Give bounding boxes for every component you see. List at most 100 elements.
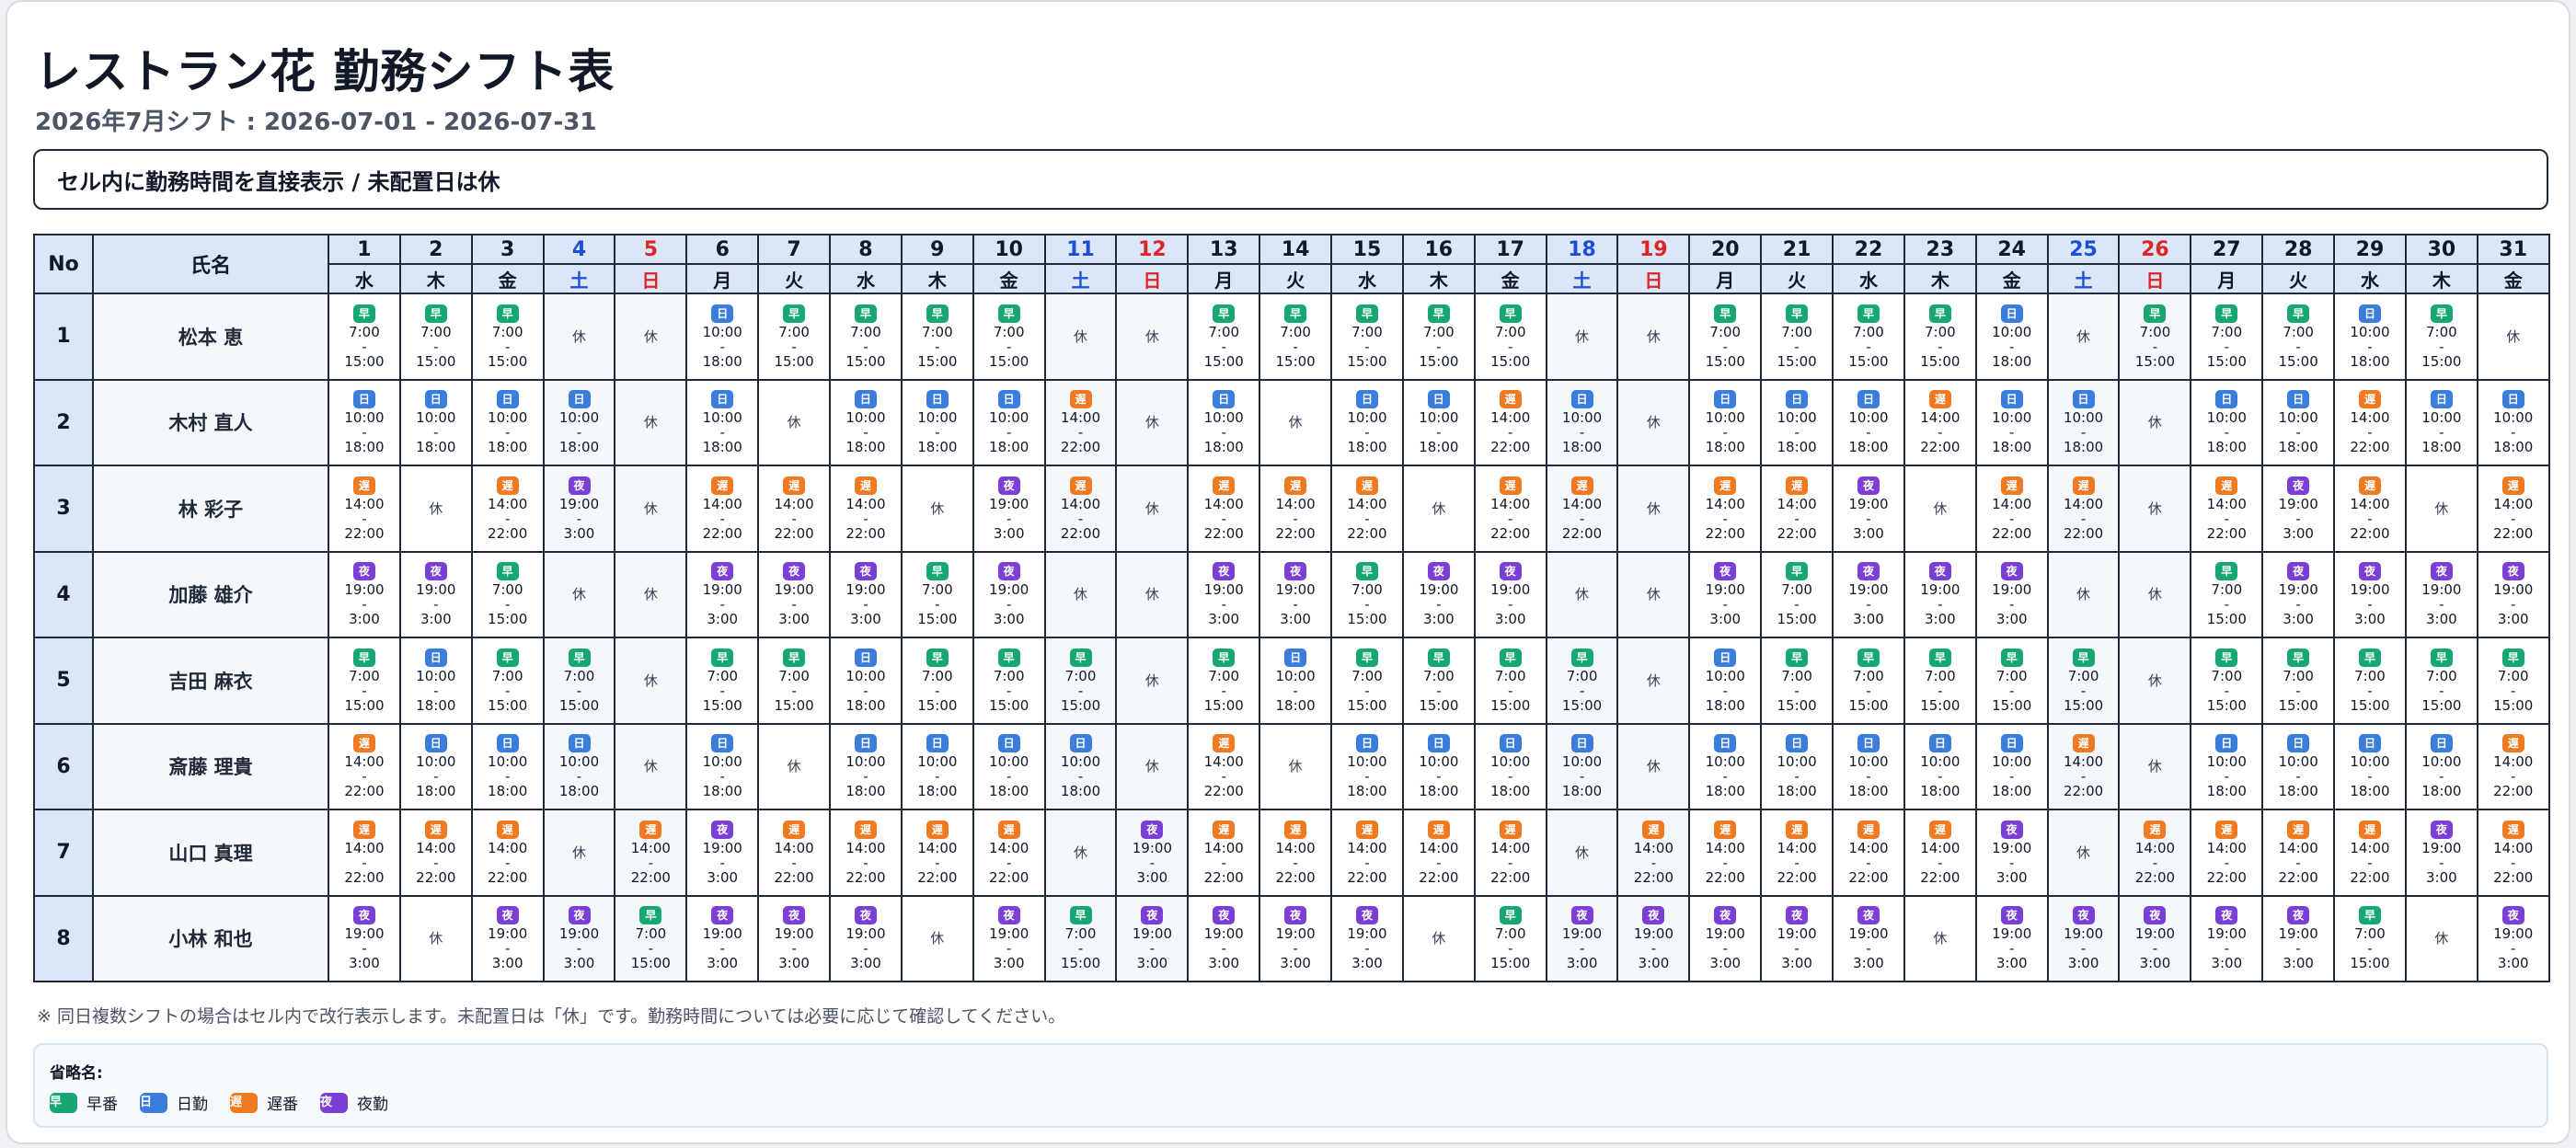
shift-cell: 早 7:00-15:00 (1187, 293, 1261, 381)
shift-badge: 日 (568, 390, 591, 409)
employee-name: 小林 和也 (92, 894, 329, 982)
shift-cell: 日 10:00-18:00 (1401, 378, 1476, 466)
shift-time-separator: - (1722, 510, 1728, 527)
shift-end-time: 3:00 (993, 955, 1025, 972)
shift-end-time: 22:00 (1490, 868, 1531, 886)
shift-start-time: 10:00 (845, 753, 886, 771)
shift-cell-off: 休 (757, 378, 832, 466)
shift-badge: 日 (424, 390, 447, 409)
shift-end-time: 3:00 (1853, 611, 1884, 628)
shift-time-separator: - (791, 338, 797, 355)
shift-badge: 日 (926, 734, 949, 753)
shift-end-time: 22:00 (416, 868, 456, 886)
shift-end-time: 3:00 (2426, 611, 2457, 628)
employee-name: 吉田 麻衣 (92, 637, 329, 725)
off-label: 休 (2506, 327, 2521, 345)
shift-cell: 日 10:00-18:00 (1688, 378, 1763, 466)
shift-cell-off: 休 (2404, 465, 2478, 553)
shift-time-separator: - (1938, 338, 1943, 355)
shift-start-time: 7:00 (778, 667, 810, 684)
shift-time-separator: - (1364, 424, 1370, 442)
shift-start-time: 14:00 (1920, 839, 1961, 856)
shift-start-time: 7:00 (1781, 581, 1812, 599)
shift-badge: 早 (1570, 648, 1593, 667)
shift-time-separator: - (2367, 854, 2373, 871)
weekday-header: 木 (398, 263, 473, 294)
shift-start-time: 10:00 (845, 667, 886, 684)
shift-end-time: 18:00 (1848, 783, 1889, 800)
shift-cell-off: 休 (1043, 809, 1118, 897)
shift-start-time: 14:00 (989, 839, 1029, 856)
shift-cell: 早 7:00-15:00 (685, 637, 760, 725)
shift-end-time: 22:00 (344, 868, 385, 886)
shift-cell: 遅 14:00-22:00 (1473, 465, 1547, 553)
shift-end-time: 15:00 (2134, 352, 2176, 370)
shift-cell-off: 休 (2118, 637, 2192, 725)
shift-time-separator: - (791, 940, 797, 958)
weekday-header: 木 (900, 263, 974, 294)
shift-cell: 日 10:00-18:00 (829, 722, 903, 810)
shift-cell: 早 7:00-15:00 (1473, 293, 1547, 381)
shift-start-time: 7:00 (1208, 667, 1240, 684)
shift-badge: 早 (2358, 906, 2381, 925)
shift-time-separator: - (1436, 768, 1442, 786)
day-number-header: 23 (1903, 234, 1977, 265)
shift-badge: 夜 (2000, 906, 2023, 925)
legend-label: 夜勤 (357, 1096, 388, 1114)
shift-start-time: 14:00 (344, 495, 385, 512)
legend-item: 早早番 (50, 1091, 118, 1114)
shift-cell-off: 休 (542, 809, 616, 897)
shift-end-time: 22:00 (845, 524, 886, 542)
off-label: 休 (2147, 414, 2162, 431)
shift-cell: 日 10:00-18:00 (900, 722, 974, 810)
shift-badge: 遅 (1714, 820, 1737, 839)
shift-end-time: 18:00 (2493, 439, 2534, 456)
shift-cell: 遅 14:00-22:00 (2046, 722, 2121, 810)
shift-end-time: 18:00 (2063, 439, 2104, 456)
off-label: 休 (1933, 930, 1948, 947)
day-number-header: 7 (757, 234, 832, 265)
shift-badge: 日 (997, 390, 1020, 409)
shift-start-time: 7:00 (2283, 667, 2314, 684)
shift-start-time: 19:00 (1561, 925, 1603, 943)
shift-badge: 夜 (1928, 562, 1951, 581)
shift-cell: 夜 19:00-3:00 (2476, 550, 2550, 638)
shift-cell: 日 10:00-18:00 (685, 293, 760, 381)
shift-end-time: 3:00 (2497, 955, 2529, 972)
shift-time-separator: - (719, 682, 725, 699)
off-label: 休 (1288, 758, 1303, 775)
off-label: 休 (1074, 327, 1088, 345)
shift-end-time: 18:00 (1203, 439, 1244, 456)
shift-end-time: 18:00 (845, 439, 886, 456)
shift-badge: 遅 (2358, 820, 2381, 839)
shift-start-time: 10:00 (1419, 409, 1459, 427)
day-number-header: 29 (2333, 234, 2407, 265)
shift-cell: 遅 14:00-22:00 (1043, 465, 1118, 553)
shift-cell: 日 10:00-18:00 (398, 637, 473, 725)
shift-time-separator: - (1650, 940, 1657, 958)
shift-end-time: 15:00 (1347, 611, 1387, 628)
shift-cell: 遅 14:00-22:00 (1760, 465, 1834, 553)
shift-start-time: 14:00 (2206, 839, 2247, 856)
shift-badge: 遅 (1786, 476, 1809, 495)
shift-cell-off: 休 (542, 293, 616, 381)
shift-start-time: 19:00 (2493, 581, 2534, 599)
shift-cell: 遅 14:00-22:00 (685, 465, 760, 553)
shift-start-time: 19:00 (558, 495, 600, 512)
shift-badge: 日 (1355, 390, 1378, 409)
shift-cell: 日 10:00-18:00 (829, 378, 903, 466)
shift-end-time: 3:00 (349, 611, 380, 628)
shift-start-time: 19:00 (702, 925, 742, 943)
shift-time-separator: - (935, 338, 940, 355)
shift-badge: 早 (639, 906, 662, 925)
shift-start-time: 7:00 (420, 323, 452, 340)
shift-badge: 早 (854, 304, 877, 323)
shift-badge: 早 (2501, 648, 2524, 667)
shift-end-time: 18:00 (989, 783, 1029, 800)
day-number-header: 17 (1473, 234, 1547, 265)
off-label: 休 (2147, 758, 2162, 775)
day-number-header: 21 (1760, 234, 1834, 265)
shift-cell: 夜 19:00-3:00 (1832, 550, 1905, 638)
shift-cell-off: 休 (1259, 722, 1333, 810)
shift-start-time: 10:00 (416, 753, 456, 771)
